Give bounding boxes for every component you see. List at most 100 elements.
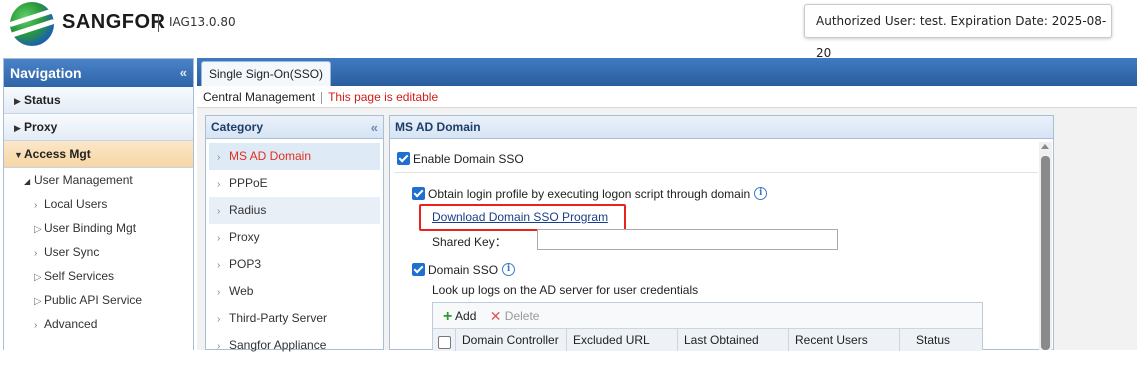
category-radius[interactable]: › Radius	[209, 197, 380, 224]
chevron-right-icon: ›	[34, 320, 38, 331]
category-item-label: Web	[229, 284, 254, 298]
add-button[interactable]: + Add	[443, 308, 477, 325]
version-label: IAG13.0.80	[169, 15, 236, 29]
column-header[interactable]: Recent Users	[789, 329, 900, 351]
caret-down-icon: ▼	[14, 150, 23, 160]
caret-down-icon: ◢	[24, 177, 31, 186]
category-ms-ad-domain[interactable]: › MS AD Domain	[209, 143, 380, 170]
tab-bar: Single Sign-On(SSO)	[197, 58, 1137, 86]
nav-item-local-users[interactable]: › Local Users	[4, 192, 193, 216]
delete-label: Delete	[504, 309, 540, 323]
column-header[interactable]: Last Obtained	[678, 329, 789, 351]
content-title: MS AD Domain	[390, 116, 1053, 139]
expand-arrow-icon: ▷	[34, 272, 42, 283]
navigation-header: Navigation «	[4, 59, 193, 87]
nav-item-user-sync[interactable]: › User Sync	[4, 240, 193, 264]
category-pppoe[interactable]: › PPPoE	[209, 170, 380, 197]
caret-right-icon: ▶	[14, 96, 21, 106]
chevron-right-icon: ›	[34, 200, 38, 211]
obtain-login-profile-label: Obtain login profile by executing logon …	[428, 186, 751, 201]
nav-group-label: User Management	[34, 173, 133, 187]
sangfor-logo-icon	[8, 2, 56, 46]
tab-single-sign-on[interactable]: Single Sign-On(SSO)	[201, 61, 332, 86]
mgmt-divider	[321, 91, 323, 104]
access-mgt-submenu: ◢ User Management › Local Users ▷ User Bind…	[4, 168, 193, 373]
lookup-logs-text: Look up logs on the AD server for user c…	[432, 283, 699, 297]
enable-domain-sso-row: Enable Domain SSO	[397, 151, 524, 166]
category-panel: Category « › MS AD Domain › PPPoE › Radius …	[205, 115, 384, 352]
caret-right-icon: ▶	[14, 123, 21, 133]
info-icon[interactable]: i	[502, 263, 516, 277]
content-scrollbar[interactable]	[1039, 142, 1052, 350]
navigation-panel: Navigation « ▶ Status ▶ Proxy ▼Access Mgt …	[3, 58, 194, 373]
nav-item-self-services[interactable]: ▷ Self Services	[4, 264, 193, 288]
expand-arrow-icon: ▷	[34, 224, 42, 235]
nav-item-public-api-service[interactable]: ▷ Public API Service	[4, 288, 193, 312]
plus-icon: +	[443, 308, 453, 325]
domain-sso-label: Domain SSO	[428, 262, 499, 277]
column-header[interactable]: Excluded URL	[567, 329, 678, 351]
chevron-right-icon: ›	[217, 341, 221, 352]
scroll-up-icon[interactable]	[1041, 144, 1049, 149]
category-pop3[interactable]: › POP3	[209, 251, 380, 278]
nav-group-user-management[interactable]: ◢ User Management	[4, 168, 193, 192]
enable-domain-sso-label: Enable Domain SSO	[413, 151, 524, 166]
delete-x-icon: ✕	[489, 308, 502, 324]
nav-section-label: Proxy	[24, 120, 58, 134]
obtain-login-profile-row: Obtain login profile by executing logon …	[412, 186, 768, 201]
nav-item-label: Self Services	[44, 269, 115, 283]
obtain-login-profile-checkbox[interactable]	[412, 187, 425, 201]
chevron-right-icon: ›	[217, 179, 221, 190]
category-title: Category	[211, 120, 264, 134]
table-header: Domain Controller Excluded URL Last Obta…	[433, 329, 982, 351]
header-divider	[158, 14, 159, 32]
nav-section-label: Access Mgt	[24, 147, 91, 161]
nav-section-proxy[interactable]: ▶ Proxy	[4, 114, 193, 141]
editable-notice: This page is editable	[328, 90, 439, 104]
scroll-thumb[interactable]	[1041, 156, 1050, 350]
nav-item-advanced[interactable]: › Advanced	[4, 312, 193, 336]
nav-section-label: Status	[24, 93, 61, 107]
nav-item-label: User Binding Mgt	[44, 221, 137, 235]
nav-section-status[interactable]: ▶ Status	[4, 87, 193, 114]
brand-name: SANGFOR	[62, 11, 166, 33]
category-sangfor-appliance[interactable]: › Sangfor Appliance	[209, 332, 380, 359]
table-toolbar: + Add ✕ Delete	[433, 303, 982, 329]
column-header[interactable]: Status	[900, 329, 982, 351]
category-web[interactable]: › Web	[209, 278, 380, 305]
app-header: SANGFOR IAG13.0.80 Authorized User: test…	[0, 0, 1137, 60]
domain-sso-row: Domain SSO i	[412, 262, 516, 277]
chevron-right-icon: ›	[34, 248, 38, 259]
chevron-right-icon: ›	[217, 152, 221, 163]
shared-key-label: Shared Key：	[432, 235, 507, 249]
collapse-navigation-icon[interactable]: «	[180, 59, 187, 87]
info-icon[interactable]: i	[754, 187, 768, 201]
nav-section-access-mgt[interactable]: ▼Access Mgt	[4, 141, 193, 168]
category-proxy[interactable]: › Proxy	[209, 224, 380, 251]
category-item-label: POP3	[229, 257, 262, 271]
highlight-annotation	[419, 204, 626, 231]
domain-sso-checkbox[interactable]	[412, 263, 425, 277]
shared-key-input[interactable]	[537, 229, 838, 250]
add-label: Add	[455, 309, 477, 323]
delete-button[interactable]: ✕ Delete	[489, 308, 540, 324]
category-third-party-server[interactable]: › Third-Party Server	[209, 305, 380, 332]
nav-item-user-binding-mgt[interactable]: ▷ User Binding Mgt	[4, 216, 193, 240]
section-divider	[394, 172, 1038, 173]
column-header[interactable]: Domain Controller	[456, 329, 567, 351]
category-header: Category «	[206, 116, 383, 139]
chevron-right-icon: ›	[217, 233, 221, 244]
expand-arrow-icon: ▷	[34, 296, 42, 307]
license-info: Authorized User: test. Expiration Date: …	[804, 4, 1112, 60]
nav-item-label: User Sync	[44, 245, 100, 259]
category-item-label: MS AD Domain	[229, 149, 312, 163]
domain-controller-table: + Add ✕ Delete Domain Controller Exclude…	[432, 302, 983, 351]
chevron-right-icon: ›	[217, 260, 221, 271]
nav-item-label: Public API Service	[44, 293, 143, 307]
nav-item-label: Advanced	[44, 317, 98, 331]
management-bar: Central Management This page is editable	[197, 86, 1137, 108]
collapse-category-icon[interactable]: «	[371, 116, 378, 139]
select-all-checkbox[interactable]	[438, 336, 451, 350]
enable-domain-sso-checkbox[interactable]	[397, 152, 410, 166]
category-item-label: Proxy	[229, 230, 260, 244]
